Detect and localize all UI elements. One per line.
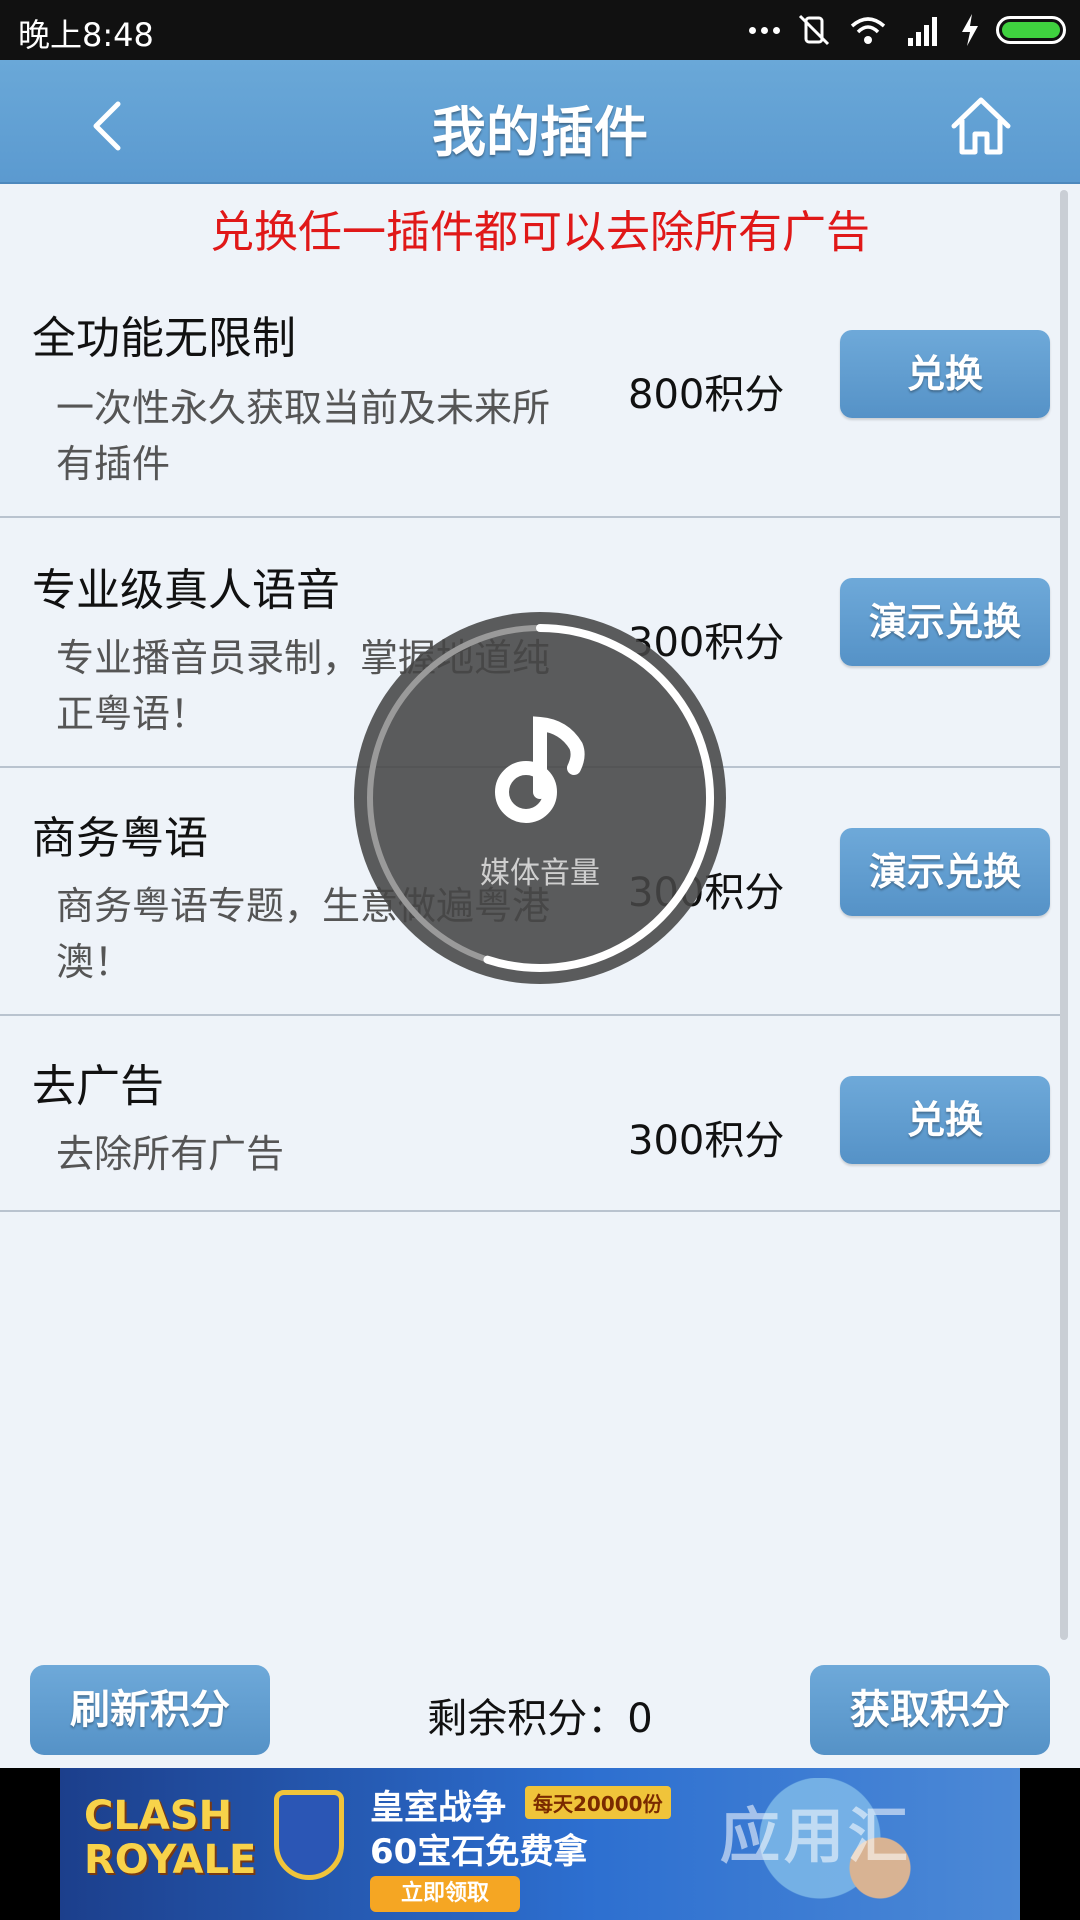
wifi-icon (850, 17, 886, 44)
refresh-points-button[interactable]: 刷新积分 (30, 1665, 270, 1755)
ad-removal-notice: 兑换任一插件都可以去除所有广告 (210, 207, 870, 258)
demo-exchange-button[interactable]: 演示兑换 (840, 578, 1050, 666)
home-icon[interactable] (948, 94, 1014, 158)
app-header: 我的插件 (0, 60, 1080, 184)
ad-logo: CLASH ROYALE (84, 1793, 257, 1883)
signal-icon (908, 17, 937, 46)
plugin-name: 去广告 (32, 1061, 164, 1112)
get-points-button[interactable]: 获取积分 (810, 1665, 1050, 1755)
plugin-price: 300积分 (628, 1118, 785, 1164)
status-time: 晚上8:48 (18, 16, 154, 54)
plugin-price: 800积分 (628, 372, 785, 418)
ad-tag: 每天20000份 (525, 1786, 671, 1819)
media-volume-overlay: 媒体音量 (354, 612, 726, 984)
plugin-row: 全功能无限制 一次性永久获取当前及未来所有插件 800积分 兑换 (0, 270, 1062, 518)
music-note-icon (495, 716, 585, 823)
plugin-name: 专业级真人语音 (32, 565, 340, 616)
plugin-name: 全功能无限制 (32, 313, 296, 364)
crown-shield-icon (274, 1790, 344, 1880)
plugin-description: 去除所有广告 (56, 1132, 285, 1176)
plugin-name: 商务粤语 (32, 813, 208, 864)
ad-image[interactable]: CLASH ROYALE 皇室战争 每天20000份 60宝石免费拿 立即领取 应… (60, 1768, 1020, 1920)
ad-claim-button[interactable]: 立即领取 (370, 1876, 520, 1912)
exchange-button[interactable]: 兑换 (840, 330, 1050, 418)
ad-banner[interactable]: CLASH ROYALE 皇室战争 每天20000份 60宝石免费拿 立即领取 应… (0, 1768, 1080, 1920)
plugin-row: 去广告 去除所有广告 300积分 兑换 (0, 1016, 1062, 1212)
status-bar: 晚上8:48 (0, 0, 1080, 60)
more-dots-icon (749, 26, 780, 34)
remaining-points: 剩余积分：0 (427, 1696, 653, 1742)
watermark: 应用汇 (720, 1802, 912, 1872)
demo-exchange-button[interactable]: 演示兑换 (840, 828, 1050, 916)
status-icons (749, 10, 1066, 50)
scrollbar[interactable] (1060, 190, 1068, 1640)
plugin-description: 一次性永久获取当前及未来所有插件 (56, 386, 551, 486)
ad-subtitle: 60宝石免费拿 (370, 1832, 588, 1872)
volume-label: 媒体音量 (480, 856, 600, 891)
charging-icon (962, 14, 978, 46)
page-title: 我的插件 (432, 101, 648, 164)
ad-title: 皇室战争 (370, 1788, 506, 1828)
exchange-button[interactable]: 兑换 (840, 1076, 1050, 1164)
vibrate-off-icon (798, 14, 830, 46)
battery-icon (996, 16, 1066, 44)
